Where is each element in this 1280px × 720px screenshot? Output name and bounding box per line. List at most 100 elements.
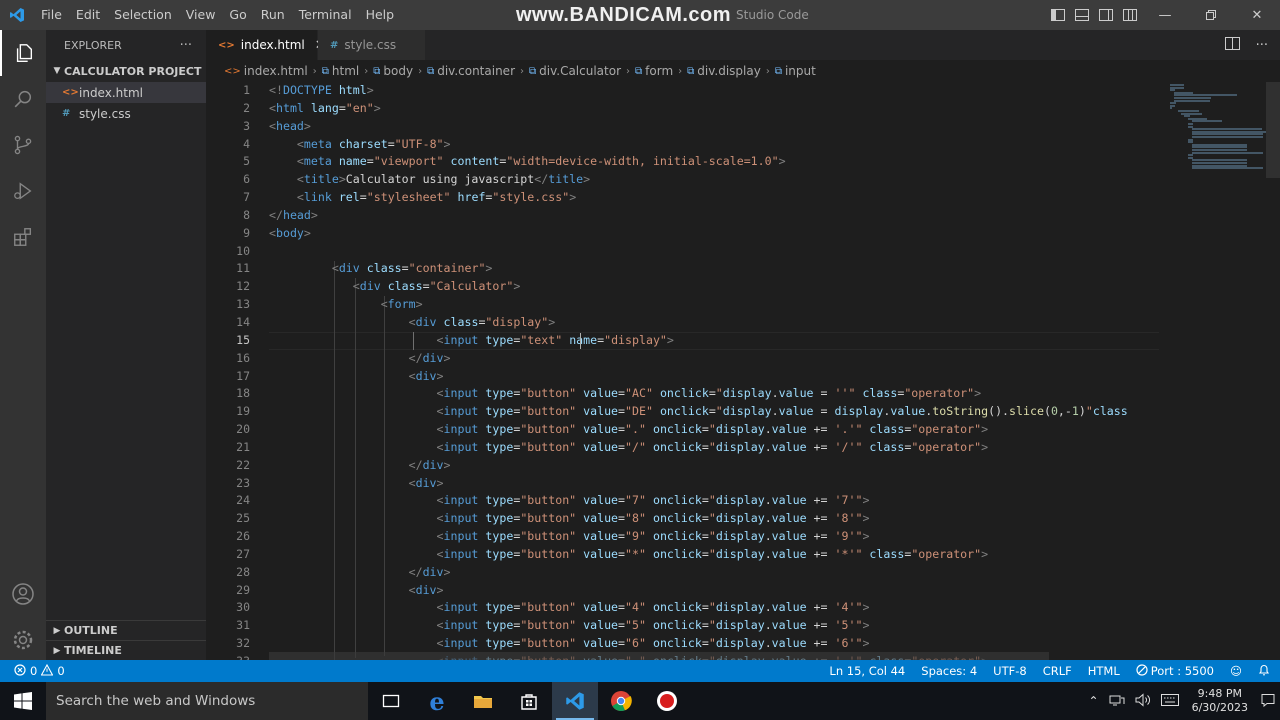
action-center-icon[interactable] [1256,693,1280,710]
code-line[interactable]: <div class="container"> [269,260,1169,278]
show-hidden-icons-icon[interactable]: ⌃ [1084,694,1104,708]
menu-run[interactable]: Run [254,0,292,30]
live-server-port[interactable]: Port : 5500 [1136,663,1214,679]
store-icon[interactable] [506,682,552,720]
breadcrumb-item[interactable]: form [645,64,673,78]
run-debug-icon[interactable] [0,168,46,214]
more-actions-icon[interactable]: ··· [1256,38,1268,53]
outline-section[interactable]: ▶ OUTLINE [46,620,206,640]
code-line[interactable]: <input type="button" value="DE" onclick=… [269,403,1169,421]
code-line[interactable]: <input type="button" value="4" onclick="… [269,599,1169,617]
code-line[interactable]: <div> [269,582,1169,600]
timeline-section[interactable]: ▶ TIMELINE [46,640,206,660]
code-line[interactable]: <div class="Calculator"> [269,278,1169,296]
minimap[interactable] [1166,82,1280,182]
code-line[interactable]: <input type="button" value="/" onclick="… [269,439,1169,457]
menu-go[interactable]: Go [222,0,253,30]
horizontal-scrollbar[interactable] [269,652,1049,660]
code-lines[interactable]: <!DOCTYPE html> <html lang="en"> <head> <m… [269,82,1169,660]
close-window-button[interactable]: ✕ [1234,0,1280,30]
search-icon[interactable] [0,76,46,122]
customize-layout-icon[interactable] [1118,0,1142,30]
code-line[interactable]: <!DOCTYPE html> [269,82,1169,100]
end-of-line[interactable]: CRLF [1043,664,1072,678]
code-line[interactable]: <form> [269,296,1169,314]
indentation[interactable]: Spaces: 4 [921,664,977,678]
code-line[interactable]: </div> [269,564,1169,582]
breadcrumb-item[interactable]: index.html [244,64,308,78]
code-line[interactable] [269,243,1169,261]
breadcrumb-item[interactable]: html [332,64,359,78]
breadcrumb-item[interactable]: div.container [437,64,515,78]
code-line[interactable]: <input type="button" value="AC" onclick=… [269,385,1169,403]
edge-browser-icon[interactable]: e [414,682,460,720]
code-line[interactable]: <div> [269,475,1169,493]
code-line[interactable]: <input type="button" value="6" onclick="… [269,635,1169,653]
menu-edit[interactable]: Edit [69,0,107,30]
bandicam-record-icon[interactable] [644,682,690,720]
menu-file[interactable]: File [34,0,69,30]
vertical-scrollbar[interactable] [1266,82,1280,660]
task-view-icon[interactable] [368,682,414,720]
file-item[interactable]: <> index.html [46,82,206,103]
menu-view[interactable]: View [179,0,223,30]
code-line[interactable]: <link rel="stylesheet" href="style.css"> [269,189,1169,207]
code-line[interactable]: <div> [269,368,1169,386]
windows-start-icon[interactable] [0,682,46,720]
more-actions-icon[interactable]: ··· [180,38,192,53]
accounts-icon[interactable] [0,571,46,617]
volume-icon[interactable] [1130,692,1156,710]
code-line[interactable]: <input type="button" value="*" onclick="… [269,546,1169,564]
system-clock[interactable]: 9:48 PM 6/30/2023 [1184,687,1256,715]
code-line[interactable]: <div class="display"> [269,314,1169,332]
restore-button[interactable] [1188,0,1234,30]
feedback-icon[interactable]: ☺ [1230,664,1242,678]
language-mode[interactable]: HTML [1088,664,1120,678]
file-item[interactable]: # style.css [46,103,206,124]
problems-indicator[interactable]: 0 0 [0,663,65,679]
breadcrumb-item[interactable]: input [785,64,816,78]
breadcrumb-item[interactable]: body [383,64,413,78]
tab-style-css[interactable]: # style.css [318,30,426,60]
code-line[interactable]: <html lang="en"> [269,100,1169,118]
code-line[interactable]: <input type="button" value="9" onclick="… [269,528,1169,546]
breadcrumb-item[interactable]: div.Calculator [539,64,621,78]
code-line[interactable]: <meta charset="UTF-8"> [269,136,1169,154]
code-line[interactable]: <input type="text" name="display"> [269,332,1169,350]
cursor-position[interactable]: Ln 15, Col 44 [829,664,905,678]
menu-help[interactable]: Help [359,0,402,30]
code-line[interactable]: <head> [269,118,1169,136]
split-editor-icon[interactable] [1224,36,1240,54]
code-line[interactable]: </head> [269,207,1169,225]
network-icon[interactable] [1104,694,1130,709]
code-line[interactable]: <body> [269,225,1169,243]
breadcrumb-item[interactable]: div.display [697,64,761,78]
code-editor[interactable]: 1 2 3 4 5 6 7 8 9 10 11 12 13 14 15 16 17 18 19 20 21 22 23 24 2… [206,82,1280,660]
chrome-icon[interactable] [598,682,644,720]
manage-gear-icon[interactable] [0,617,46,663]
project-folder-header[interactable]: ▼ CALCULATOR PROJECT [46,60,206,82]
vscode-taskbar-icon[interactable] [552,682,598,720]
extensions-icon[interactable] [0,214,46,260]
toggle-panel-icon[interactable] [1070,0,1094,30]
code-line[interactable]: <input type="button" value="." onclick="… [269,421,1169,439]
menu-terminal[interactable]: Terminal [292,0,359,30]
minimize-button[interactable]: — [1142,0,1188,30]
notifications-bell-icon[interactable] [1258,663,1270,679]
code-line[interactable]: <title>Calculator using javascript</titl… [269,171,1169,189]
file-explorer-icon[interactable] [460,682,506,720]
scrollbar-thumb[interactable] [1266,82,1280,178]
code-line[interactable]: <input type="button" value="7" onclick="… [269,492,1169,510]
menu-selection[interactable]: Selection [107,0,179,30]
code-line[interactable]: <meta name="viewport" content="width=dev… [269,153,1169,171]
encoding[interactable]: UTF-8 [993,664,1027,678]
code-line[interactable]: <input type="button" value="8" onclick="… [269,510,1169,528]
tab-index-html[interactable]: <>index.html✕ [206,30,326,60]
explorer-icon[interactable] [0,30,46,76]
source-control-icon[interactable] [0,122,46,168]
code-line[interactable]: </div> [269,457,1169,475]
keyboard-icon[interactable] [1156,693,1184,709]
taskbar-search-box[interactable]: Search the web and Windows [46,682,368,720]
toggle-primary-sidebar-icon[interactable] [1046,0,1070,30]
code-line[interactable]: </div> [269,350,1169,368]
